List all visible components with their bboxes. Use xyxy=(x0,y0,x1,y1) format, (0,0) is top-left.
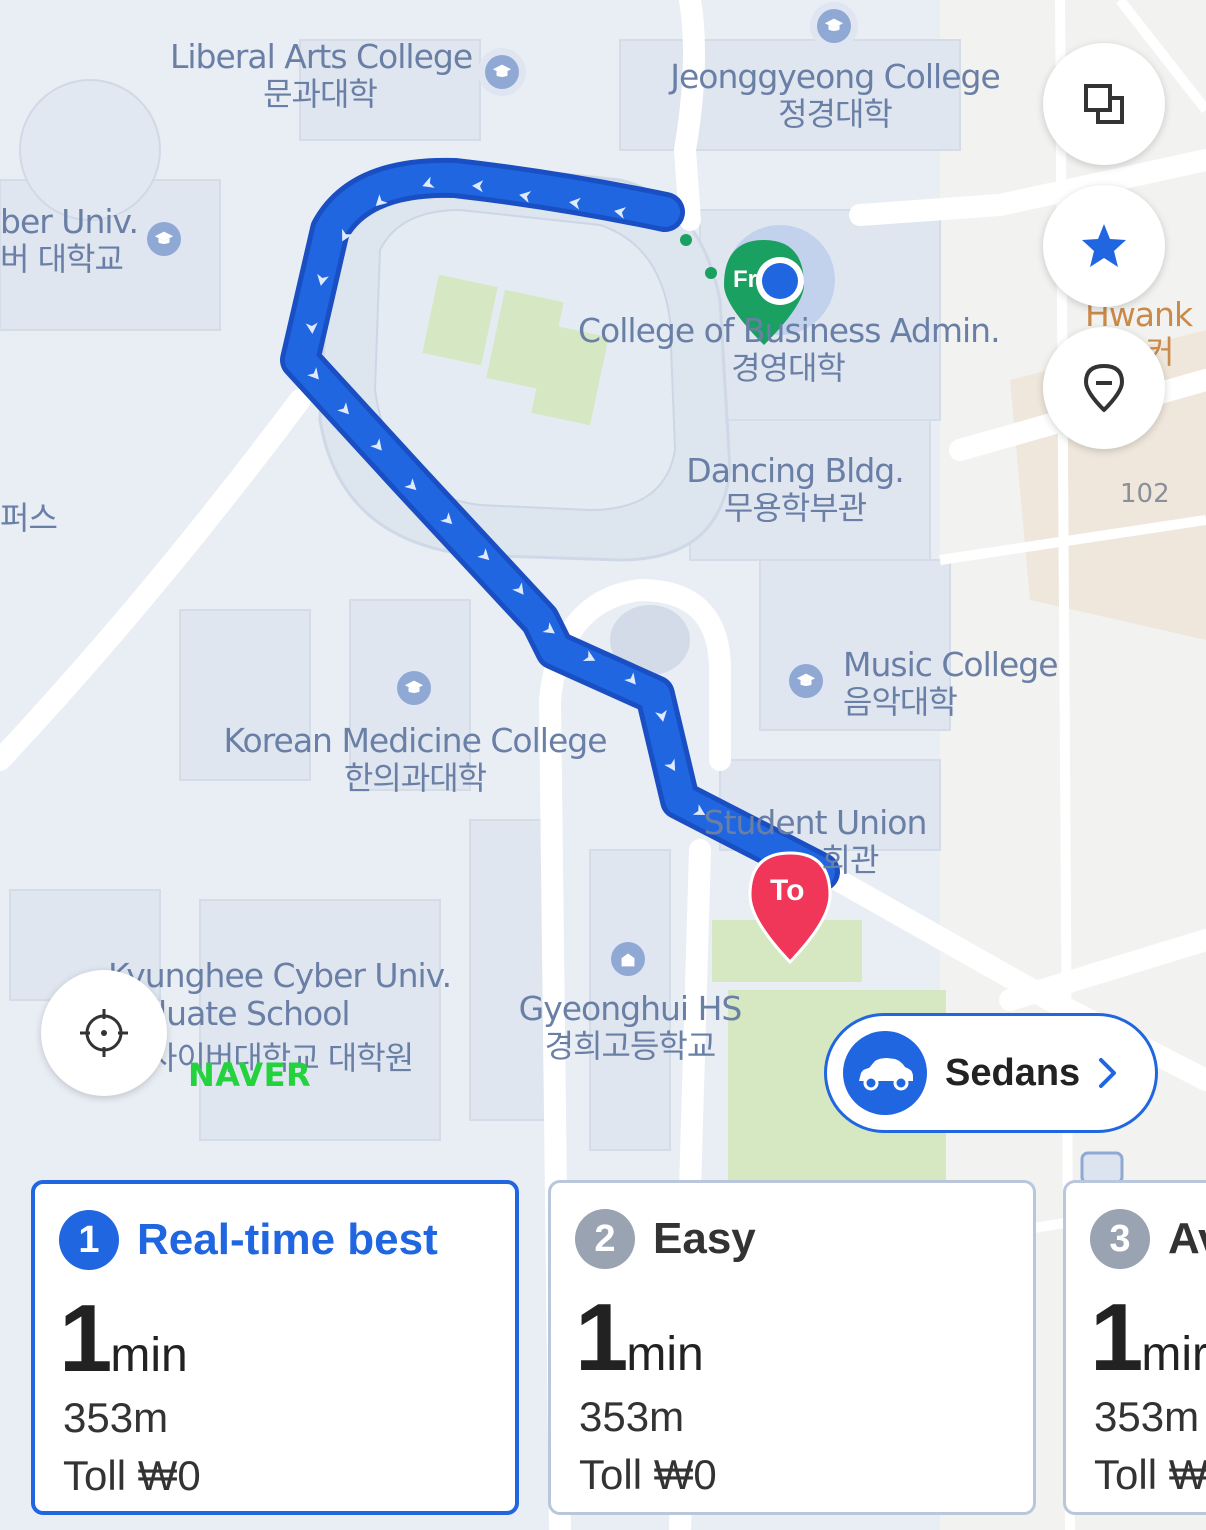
label-business-admin[interactable]: College of Business Admin. 경영대학 xyxy=(578,312,1001,387)
destination-marker-label: To xyxy=(770,874,805,907)
route-rank-badge: 1 xyxy=(59,1210,119,1270)
building-number: 102 xyxy=(1120,479,1170,509)
star-icon xyxy=(1082,224,1126,267)
label-music[interactable]: Music College 음악대학 xyxy=(843,646,1059,721)
layers-icon xyxy=(1084,84,1124,124)
route-toll: Toll ₩ xyxy=(1094,1451,1206,1498)
route-card-3[interactable]: 3 Av 1mir 353m Toll ₩ xyxy=(1063,1180,1206,1515)
car-icon xyxy=(843,1031,927,1115)
label-jeonggyeong[interactable]: Jeonggyeong College 정경대학 xyxy=(665,58,1005,133)
route-toll: Toll ₩0 xyxy=(579,1451,717,1498)
route-distance: 353m xyxy=(579,1393,685,1440)
route-rank-badge: 2 xyxy=(575,1209,635,1269)
crosshair-icon xyxy=(80,1009,128,1057)
label-dancing[interactable]: Dancing Bldg. 무용학부관 xyxy=(680,452,910,527)
label-liberal-arts[interactable]: Liberal Arts College 문과대학 xyxy=(170,38,473,113)
route-time: 1min xyxy=(59,1285,188,1392)
label-korean-medicine[interactable]: Korean Medicine College 한의과대학 xyxy=(220,722,610,797)
route-time: 1mir xyxy=(1090,1284,1206,1391)
locate-button[interactable] xyxy=(41,970,167,1096)
route-distance: 353m xyxy=(63,1394,169,1441)
route-name: Real-time best xyxy=(137,1215,438,1264)
route-card-header: 1 Real-time best xyxy=(59,1210,438,1270)
origin-marker-label: Fr xyxy=(733,266,757,293)
map-pin-minus-icon xyxy=(1084,364,1124,412)
route-toll: Toll ₩0 xyxy=(63,1452,201,1499)
school-icon xyxy=(604,935,652,983)
college-icon xyxy=(390,664,438,712)
college-icon xyxy=(782,657,830,705)
naver-logo: NAVER xyxy=(188,1056,312,1094)
college-icon xyxy=(810,2,858,50)
layers-button[interactable] xyxy=(1043,43,1165,165)
marker-button[interactable] xyxy=(1043,327,1165,449)
route-card-header: 2 Easy xyxy=(575,1209,756,1269)
route-card-2[interactable]: 2 Easy 1min 353m Toll ₩0 xyxy=(548,1180,1036,1515)
label-left-edge[interactable]: 퍼스 xyxy=(0,500,58,537)
college-icon xyxy=(140,215,188,263)
route-name: Av xyxy=(1168,1214,1206,1263)
route-distance: 353m xyxy=(1094,1393,1200,1440)
route-card-header: 3 Av xyxy=(1090,1209,1206,1269)
route-card-1[interactable]: 1 Real-time best 1min 353m Toll ₩0 xyxy=(31,1180,519,1515)
chevron-right-icon xyxy=(1099,1058,1117,1088)
college-icon xyxy=(478,48,526,96)
favorites-button[interactable] xyxy=(1043,185,1165,307)
route-time: 1min xyxy=(575,1284,704,1391)
map-screen: Fr To Liberal Arts College 문과대학 Jeonggye… xyxy=(0,0,1206,1530)
label-student-union[interactable]: Student Union 회관 xyxy=(700,804,930,879)
label-cyber-univ[interactable]: ber Univ. 버 대학교 xyxy=(0,203,139,278)
route-rank-badge: 3 xyxy=(1090,1209,1150,1269)
label-gyeonghui-hs[interactable]: Gyeonghui HS 경희고등학교 xyxy=(510,990,750,1065)
vehicle-type-button[interactable]: Sedans xyxy=(824,1013,1158,1133)
route-name: Easy xyxy=(653,1214,756,1263)
vehicle-type-label: Sedans xyxy=(945,1051,1081,1094)
